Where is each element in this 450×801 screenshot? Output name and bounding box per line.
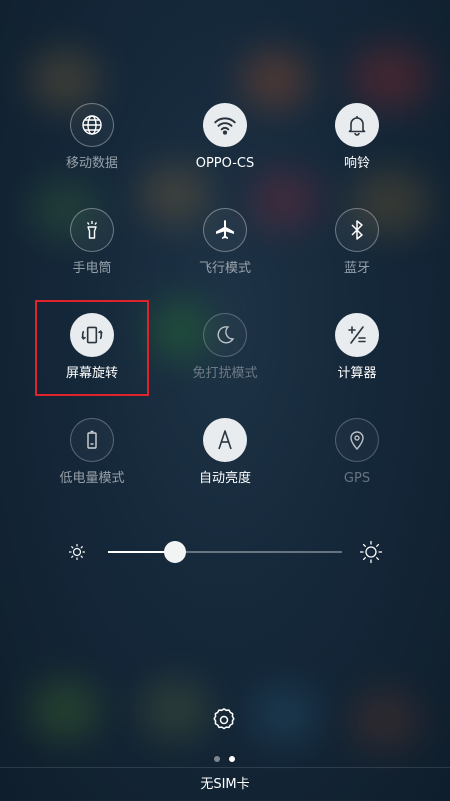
background-blob — [350, 690, 420, 750]
location-pin-icon — [335, 418, 379, 462]
tile-label: 免打扰模式 — [192, 366, 258, 381]
background-blob — [30, 680, 100, 740]
tile-label: 移动数据 — [65, 156, 118, 171]
tile-label: 计算器 — [337, 366, 377, 381]
tile-calculator[interactable]: 计算器 — [297, 313, 417, 382]
bell-icon — [335, 103, 379, 147]
brightness-low-icon — [68, 543, 86, 561]
gear-icon — [210, 706, 238, 738]
tile-label: 手电筒 — [72, 261, 112, 276]
background-blob — [350, 45, 430, 110]
background-blob — [250, 685, 320, 745]
battery-icon — [70, 418, 114, 462]
calculator-icon — [335, 313, 379, 357]
page-indicator-dot — [214, 756, 220, 762]
tile-label: OPPO-CS — [195, 156, 255, 171]
background-blob — [30, 50, 100, 110]
tile-low-power-mode[interactable]: 低电量模式 — [32, 418, 152, 487]
tile-airplane-mode[interactable]: 飞行模式 — [165, 208, 285, 277]
tile-mobile-data[interactable]: 移动数据 — [32, 103, 152, 172]
page-indicator-dot-active — [229, 756, 235, 762]
slider-thumb[interactable] — [164, 541, 186, 563]
tile-bluetooth[interactable]: 蓝牙 — [297, 208, 417, 277]
tile-label: 低电量模式 — [59, 471, 125, 486]
wifi-icon — [203, 103, 247, 147]
globe-icon — [70, 103, 114, 147]
flashlight-icon — [70, 208, 114, 252]
tile-flashlight[interactable]: 手电筒 — [32, 208, 152, 277]
brightness-high-icon — [359, 540, 383, 564]
tile-label: 飞行模式 — [198, 261, 251, 276]
background-blob — [240, 50, 310, 110]
airplane-icon — [203, 208, 247, 252]
slider-track — [175, 551, 342, 553]
highlight-box — [35, 300, 149, 396]
sim-status-text: 无SIM卡 — [200, 777, 250, 792]
bluetooth-icon — [335, 208, 379, 252]
tile-auto-brightness[interactable]: 自动亮度 — [165, 418, 285, 487]
tile-gps[interactable]: GPS — [297, 418, 417, 487]
tile-label: GPS — [343, 471, 371, 486]
tile-label: 自动亮度 — [198, 471, 251, 486]
tile-wifi[interactable]: OPPO-CS — [165, 103, 285, 172]
settings-button[interactable] — [208, 706, 240, 738]
auto-brightness-icon — [203, 418, 247, 462]
moon-icon — [203, 313, 247, 357]
background-blob — [140, 680, 210, 740]
tile-ring[interactable]: 响铃 — [297, 103, 417, 172]
tile-label: 蓝牙 — [343, 261, 370, 276]
tile-do-not-disturb[interactable]: 免打扰模式 — [165, 313, 285, 382]
tile-label: 响铃 — [343, 156, 370, 171]
sim-status-bar: 无SIM卡 — [0, 767, 450, 801]
